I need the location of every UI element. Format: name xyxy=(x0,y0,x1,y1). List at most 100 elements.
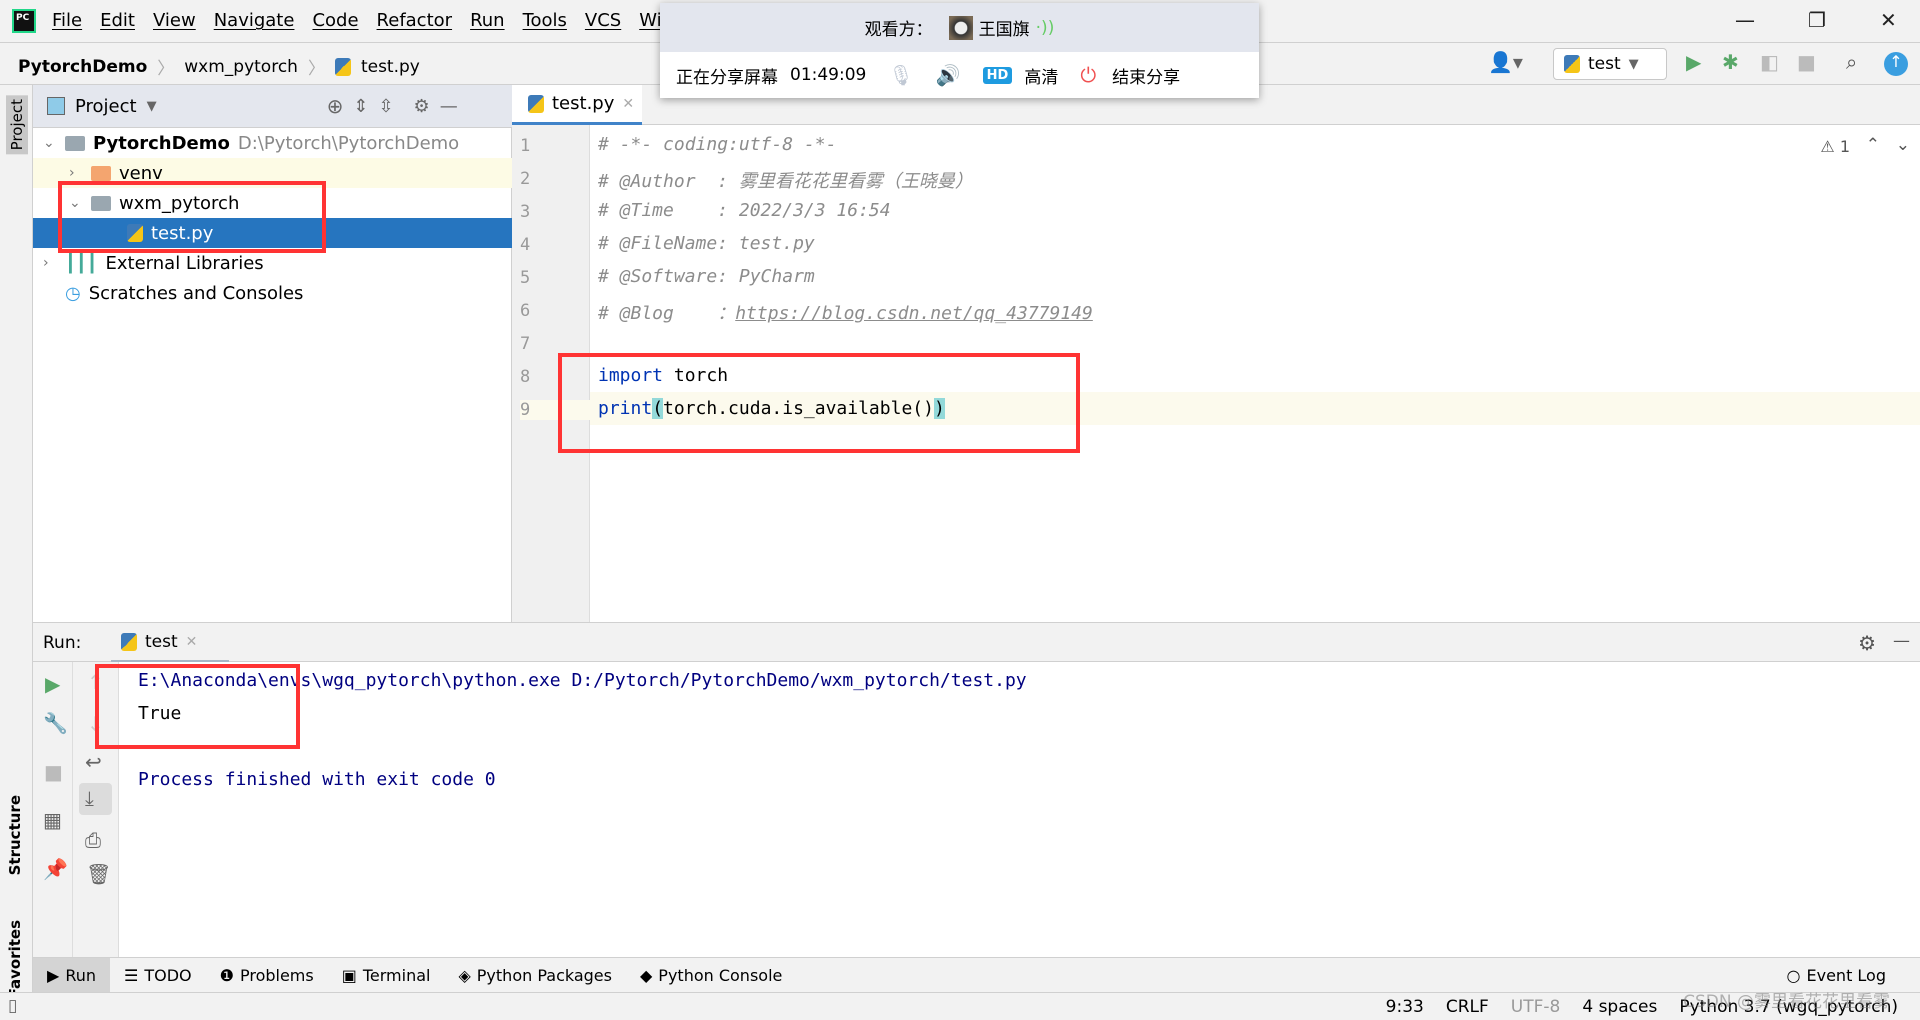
line-separator[interactable]: CRLF xyxy=(1446,997,1489,1017)
chevron-down-icon[interactable]: ⌄ xyxy=(69,195,83,211)
menu-file[interactable]: File xyxy=(52,10,82,31)
project-tree: ⌄ PytorchDemo D:\Pytorch\PytorchDemo › v… xyxy=(33,128,512,622)
chevron-down-icon[interactable]: ▼ xyxy=(147,99,157,114)
next-highlight-icon[interactable]: ⌄ xyxy=(1896,135,1910,155)
tool-run[interactable]: ▶ Run xyxy=(33,957,110,993)
restore-icon[interactable]: ❐ xyxy=(1808,8,1826,32)
coverage-icon[interactable]: ◧ xyxy=(1760,50,1779,74)
structure-tool-tab[interactable]: Structure xyxy=(6,795,24,875)
chevron-right-icon[interactable]: › xyxy=(69,165,83,181)
rerun-icon[interactable]: ▶ xyxy=(45,672,60,696)
debug-icon[interactable]: ✱ xyxy=(1722,50,1739,74)
tool-label: Event Log xyxy=(1806,965,1887,985)
menu-navigate[interactable]: Navigate xyxy=(214,10,295,31)
code-line: # @Blog ：https://blog.csdn.net/qq_437791… xyxy=(598,299,1093,325)
run-config-selector[interactable]: test ▼ xyxy=(1553,48,1667,80)
event-log-icon: ○ xyxy=(1786,965,1801,985)
speaker-icon[interactable]: 🔊 xyxy=(936,63,961,87)
menu-tools[interactable]: Tools xyxy=(523,10,567,31)
collapse-all-icon[interactable]: ⇳ xyxy=(378,96,393,117)
print-icon[interactable]: ⎙ xyxy=(85,828,101,852)
tree-item-test-py[interactable]: test.py xyxy=(33,218,512,248)
code-line: import torch xyxy=(598,365,728,386)
menu-edit[interactable]: Edit xyxy=(100,10,135,31)
gear-icon[interactable]: ⚙ xyxy=(1858,631,1876,655)
tree-item-external-libraries[interactable]: › ┃┃┃ External Libraries xyxy=(33,248,512,278)
run-icon[interactable]: ▶ xyxy=(1686,50,1701,74)
previous-highlight-icon[interactable]: ⌃ xyxy=(1866,135,1880,155)
hd-button[interactable]: HD 高清 xyxy=(982,63,1058,88)
gear-icon[interactable]: ⚙ xyxy=(414,96,430,117)
microphone-icon[interactable]: 🎙 xyxy=(888,63,913,87)
chevron-right-icon[interactable]: › xyxy=(43,255,57,271)
soft-wrap-icon[interactable]: ↩ xyxy=(85,750,102,774)
search-icon[interactable]: ⌕ xyxy=(1846,50,1857,74)
viewer-name: 王国旗 xyxy=(978,20,1030,40)
end-share-button[interactable]: ⏻ 结束分享 xyxy=(1080,63,1180,88)
user-icon[interactable]: 👤▾ xyxy=(1488,50,1523,74)
tree-item-label: wxm_pytorch xyxy=(119,192,240,214)
menu-window[interactable]: Wi xyxy=(639,10,661,31)
layout-icon[interactable]: ▦ xyxy=(43,808,62,832)
tab-test-py[interactable]: test.py ✕ xyxy=(512,85,642,125)
tree-item-label: PytorchDemo xyxy=(93,132,230,154)
code-editor[interactable]: # -*- coding:utf-8 -*- # @Author : 雾里看花花… xyxy=(590,125,1920,622)
wrench-icon[interactable]: 🔧 xyxy=(43,711,68,735)
run-tab-test[interactable]: test ✕ xyxy=(111,623,229,663)
hide-icon[interactable]: — xyxy=(440,96,458,117)
project-panel-title[interactable]: Project xyxy=(75,96,137,117)
run-config-label: test xyxy=(1588,54,1621,74)
indent-setting[interactable]: 4 spaces xyxy=(1582,997,1657,1017)
tree-item-venv[interactable]: › venv xyxy=(33,158,512,188)
menu-vcs[interactable]: VCS xyxy=(585,10,621,31)
close-tab-icon[interactable]: ✕ xyxy=(186,634,198,650)
tree-item-project-root[interactable]: ⌄ PytorchDemo D:\Pytorch\PytorchDemo xyxy=(33,128,512,158)
folder-icon xyxy=(91,165,111,181)
breadcrumb-project[interactable]: PytorchDemo xyxy=(18,57,147,77)
python-file-icon xyxy=(334,57,351,76)
close-tab-icon[interactable]: ✕ xyxy=(622,96,634,112)
locate-icon[interactable]: ⊕ xyxy=(327,94,344,118)
tree-item-wxm-pytorch[interactable]: ⌄ wxm_pytorch xyxy=(33,188,512,218)
tool-terminal[interactable]: ▣ Terminal xyxy=(328,958,445,993)
favorites-tool-tab[interactable]: Favorites xyxy=(6,920,24,998)
close-icon[interactable]: ✕ xyxy=(1880,8,1897,32)
stop-icon[interactable]: ■ xyxy=(1797,50,1816,74)
menu-code[interactable]: Code xyxy=(312,10,358,31)
problems-icon: ❶ xyxy=(219,965,234,985)
hide-icon[interactable]: — xyxy=(1893,631,1910,651)
share-viewer-row: 观看方： 王国旗 ·)) xyxy=(660,3,1259,52)
pin-icon[interactable]: 📌 xyxy=(43,857,68,881)
file-encoding[interactable]: UTF-8 xyxy=(1511,997,1561,1017)
minimize-icon[interactable]: — xyxy=(1735,8,1755,32)
menu-view[interactable]: View xyxy=(153,10,196,31)
tree-item-scratches[interactable]: ◷ Scratches and Consoles xyxy=(33,278,512,308)
tool-python-console[interactable]: ◆ Python Console xyxy=(626,958,796,993)
menu-run[interactable]: Run xyxy=(470,10,505,31)
console-output[interactable]: E:\Anaconda\envs\wgq_pytorch\python.exe … xyxy=(119,662,1920,957)
tool-todo[interactable]: ☰ TODO xyxy=(110,958,206,993)
tool-label: Python Packages xyxy=(476,965,612,985)
main-menu: File Edit View Navigate Code Refactor Ru… xyxy=(52,10,662,31)
expand-all-icon[interactable]: ⇕ xyxy=(353,96,368,117)
trash-icon[interactable]: 🗑 xyxy=(86,862,111,886)
up-arrow-icon[interactable]: ↑ xyxy=(87,670,104,694)
warning-indicator[interactable]: ⚠ 1 xyxy=(1820,137,1850,156)
project-tool-tab[interactable]: Project xyxy=(6,95,28,155)
toggle-tool-windows-icon[interactable]: ▯ xyxy=(8,996,17,1016)
stop-icon[interactable]: ■ xyxy=(44,760,63,784)
down-arrow-icon[interactable]: ↓ xyxy=(87,712,104,736)
avatar xyxy=(948,15,973,40)
scroll-to-end-icon[interactable]: ⤓ xyxy=(79,783,112,815)
project-panel-header: Project ▼ ⊕ ⇕ ⇳ ⚙ — xyxy=(33,85,512,128)
chevron-down-icon[interactable]: ⌄ xyxy=(43,135,57,151)
caret-position[interactable]: 9:33 xyxy=(1386,997,1424,1017)
tool-python-packages[interactable]: ◈ Python Packages xyxy=(444,958,626,993)
blog-link[interactable]: https://blog.csdn.net/qq_43779149 xyxy=(735,303,1093,324)
tool-problems[interactable]: ❶ Problems xyxy=(206,958,328,993)
breadcrumb-file[interactable]: test.py xyxy=(361,57,420,77)
menu-refactor[interactable]: Refactor xyxy=(377,10,453,31)
update-icon[interactable]: ↑ xyxy=(1884,52,1908,76)
code-line: # @Author : 雾里看花花里看雾（王晓曼） xyxy=(598,171,973,192)
breadcrumb-folder[interactable]: wxm_pytorch xyxy=(184,57,298,77)
